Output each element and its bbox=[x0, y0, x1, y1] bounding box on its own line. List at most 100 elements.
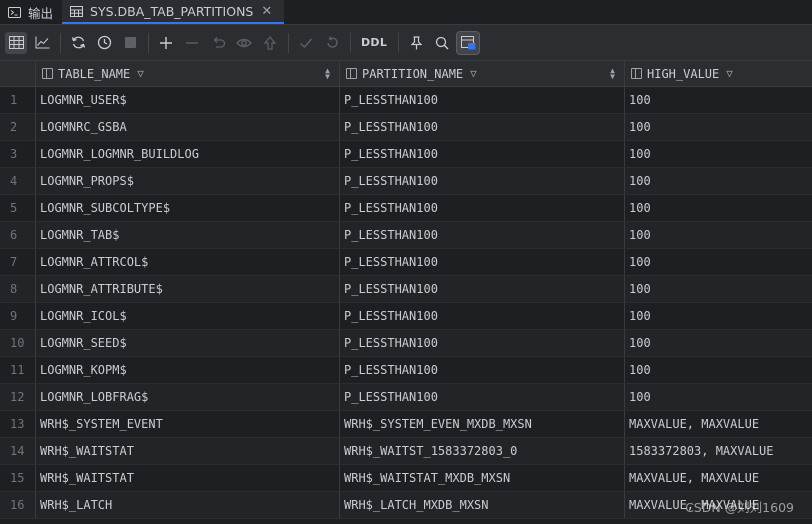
cell-table-name[interactable]: LOGMNR_LOGMNR_BUILDLOG bbox=[36, 141, 340, 167]
cell-partition-name[interactable]: P_LESSTHAN100 bbox=[340, 330, 625, 356]
cell-table-name[interactable]: LOGMNR_ATTRIBUTE$ bbox=[36, 276, 340, 302]
table-row[interactable]: 6 LOGMNR_TAB$ P_LESSTHAN100 100 bbox=[0, 222, 812, 249]
column-header-high-value[interactable]: HIGH_VALUE ▽ bbox=[625, 61, 812, 86]
cell-partition-name[interactable]: P_LESSTHAN100 bbox=[340, 195, 625, 221]
row-number: 10 bbox=[0, 330, 36, 356]
cell-partition-name[interactable]: WRH$_WAITST_1583372803_0 bbox=[340, 438, 625, 464]
table-row[interactable]: 5 LOGMNR_SUBCOLTYPE$ P_LESSTHAN100 100 bbox=[0, 195, 812, 222]
table-row[interactable]: 9 LOGMNR_ICOL$ P_LESSTHAN100 100 bbox=[0, 303, 812, 330]
stop-button[interactable] bbox=[119, 32, 141, 54]
search-button[interactable] bbox=[431, 32, 453, 54]
cell-table-name[interactable]: LOGMNR_USER$ bbox=[36, 87, 340, 113]
row-number: 15 bbox=[0, 465, 36, 491]
cell-table-name[interactable]: WRH$_WAITSTAT bbox=[36, 438, 340, 464]
cell-table-name[interactable]: LOGMNR_LOBFRAG$ bbox=[36, 384, 340, 410]
cell-high-value[interactable]: 100 bbox=[625, 87, 812, 113]
cell-partition-name[interactable]: P_LESSTHAN100 bbox=[340, 357, 625, 383]
cell-partition-name[interactable]: P_LESSTHAN100 bbox=[340, 87, 625, 113]
cell-table-name[interactable]: LOGMNRC_GSBA bbox=[36, 114, 340, 140]
row-number: 4 bbox=[0, 168, 36, 194]
cell-table-name[interactable]: LOGMNR_SUBCOLTYPE$ bbox=[36, 195, 340, 221]
add-row-button[interactable] bbox=[155, 32, 177, 54]
pin-button[interactable] bbox=[405, 32, 427, 54]
revert-button[interactable] bbox=[207, 32, 229, 54]
cell-table-name[interactable]: WRH$_SYSTEM_EVENT bbox=[36, 411, 340, 437]
cell-high-value[interactable]: 100 bbox=[625, 114, 812, 140]
table-row[interactable]: 1 LOGMNR_USER$ P_LESSTHAN100 100 bbox=[0, 87, 812, 114]
rollback-button[interactable] bbox=[321, 32, 343, 54]
table-row[interactable]: 7 LOGMNR_ATTRCOL$ P_LESSTHAN100 100 bbox=[0, 249, 812, 276]
column-header-table-name[interactable]: TABLE_NAME ▽ ▲ ▼ bbox=[36, 61, 340, 86]
cell-high-value[interactable]: 100 bbox=[625, 249, 812, 275]
history-button[interactable] bbox=[93, 32, 115, 54]
cell-partition-name[interactable]: P_LESSTHAN100 bbox=[340, 141, 625, 167]
cell-partition-name[interactable]: P_LESSTHAN100 bbox=[340, 249, 625, 275]
row-number: 11 bbox=[0, 357, 36, 383]
cell-partition-name[interactable]: WRH$_SYSTEM_EVEN_MXDB_MXSN bbox=[340, 411, 625, 437]
cell-table-name[interactable]: LOGMNR_TAB$ bbox=[36, 222, 340, 248]
cell-table-name[interactable]: LOGMNR_ICOL$ bbox=[36, 303, 340, 329]
toolbar-divider bbox=[350, 32, 351, 53]
console-icon bbox=[8, 6, 21, 18]
cell-high-value[interactable]: 1583372803, MAXVALUE bbox=[625, 438, 812, 464]
cell-partition-name[interactable]: P_LESSTHAN100 bbox=[340, 168, 625, 194]
table-row[interactable]: 4 LOGMNR_PROPS$ P_LESSTHAN100 100 bbox=[0, 168, 812, 195]
cell-partition-name[interactable]: P_LESSTHAN100 bbox=[340, 303, 625, 329]
cell-high-value[interactable]: MAXVALUE, MAXVALUE bbox=[625, 465, 812, 491]
filter-icon[interactable]: ▽ bbox=[470, 67, 477, 80]
table-row[interactable]: 10 LOGMNR_SEED$ P_LESSTHAN100 100 bbox=[0, 330, 812, 357]
cell-high-value[interactable]: MAXVALUE, MAXVALUE bbox=[625, 411, 812, 437]
ddl-button[interactable]: DDL bbox=[357, 32, 391, 54]
table-row[interactable]: 12 LOGMNR_LOBFRAG$ P_LESSTHAN100 100 bbox=[0, 384, 812, 411]
table-row[interactable]: 13 WRH$_SYSTEM_EVENT WRH$_SYSTEM_EVEN_MXDB… bbox=[0, 411, 812, 438]
cell-high-value[interactable]: 100 bbox=[625, 357, 812, 383]
filter-icon[interactable]: ▽ bbox=[137, 67, 144, 80]
cell-table-name[interactable]: LOGMNR_KOPM$ bbox=[36, 357, 340, 383]
tab-output[interactable]: 输出 bbox=[0, 0, 62, 24]
refresh-button[interactable] bbox=[67, 32, 89, 54]
sort-icon[interactable]: ▲ ▼ bbox=[325, 66, 330, 80]
cell-table-name[interactable]: LOGMNR_ATTRCOL$ bbox=[36, 249, 340, 275]
cell-high-value[interactable]: 100 bbox=[625, 168, 812, 194]
cell-partition-name[interactable]: P_LESSTHAN100 bbox=[340, 222, 625, 248]
cell-table-name[interactable]: LOGMNR_PROPS$ bbox=[36, 168, 340, 194]
table-row[interactable]: 3 LOGMNR_LOGMNR_BUILDLOG P_LESSTHAN100 100 bbox=[0, 141, 812, 168]
row-number: 5 bbox=[0, 195, 36, 221]
sort-icon[interactable]: ▲ ▼ bbox=[610, 66, 615, 80]
cell-high-value[interactable]: 100 bbox=[625, 276, 812, 302]
filter-icon[interactable]: ▽ bbox=[726, 67, 733, 80]
cell-partition-name[interactable]: WRH$_LATCH_MXDB_MXSN bbox=[340, 492, 625, 518]
toolbar-divider bbox=[288, 32, 289, 53]
cell-high-value[interactable]: 100 bbox=[625, 384, 812, 410]
cell-high-value[interactable]: 100 bbox=[625, 141, 812, 167]
table-row[interactable]: 2 LOGMNRC_GSBA P_LESSTHAN100 100 bbox=[0, 114, 812, 141]
row-number: 16 bbox=[0, 492, 36, 518]
tab-dba-tab-partitions[interactable]: SYS.DBA_TAB_PARTITIONS ✕ bbox=[62, 0, 285, 24]
cell-high-value[interactable]: 100 bbox=[625, 222, 812, 248]
cell-table-name[interactable]: WRH$_LATCH bbox=[36, 492, 340, 518]
table-row[interactable]: 15 WRH$_WAITSTAT WRH$_WAITSTAT_MXDB_MXSN MA… bbox=[0, 465, 812, 492]
cell-table-name[interactable]: LOGMNR_SEED$ bbox=[36, 330, 340, 356]
column-header-partition-name[interactable]: PARTITION_NAME ▽ ▲ ▼ bbox=[340, 61, 625, 86]
preview-button[interactable] bbox=[233, 32, 255, 54]
cell-table-name[interactable]: WRH$_WAITSTAT bbox=[36, 465, 340, 491]
check-icon bbox=[300, 38, 313, 48]
grid-view-button[interactable] bbox=[5, 31, 27, 54]
cell-partition-name[interactable]: WRH$_WAITSTAT_MXDB_MXSN bbox=[340, 465, 625, 491]
view-settings-button[interactable] bbox=[456, 30, 481, 55]
table-row[interactable]: 11 LOGMNR_KOPM$ P_LESSTHAN100 100 bbox=[0, 357, 812, 384]
cell-partition-name[interactable]: P_LESSTHAN100 bbox=[340, 276, 625, 302]
cell-high-value[interactable]: 100 bbox=[625, 330, 812, 356]
chart-view-button[interactable] bbox=[31, 32, 53, 54]
table-row[interactable]: 14 WRH$_WAITSTAT WRH$_WAITST_1583372803_0 1… bbox=[0, 438, 812, 465]
cell-partition-name[interactable]: P_LESSTHAN100 bbox=[340, 114, 625, 140]
submit-button[interactable] bbox=[259, 32, 281, 54]
tab-bar: 输出 SYS.DBA_TAB_PARTITIONS ✕ bbox=[0, 0, 812, 24]
cell-high-value[interactable]: 100 bbox=[625, 195, 812, 221]
cell-high-value[interactable]: 100 bbox=[625, 303, 812, 329]
table-row[interactable]: 8 LOGMNR_ATTRIBUTE$ P_LESSTHAN100 100 bbox=[0, 276, 812, 303]
commit-button[interactable] bbox=[295, 32, 317, 54]
cell-partition-name[interactable]: P_LESSTHAN100 bbox=[340, 384, 625, 410]
delete-row-button[interactable] bbox=[181, 32, 203, 54]
close-icon[interactable]: ✕ bbox=[261, 4, 272, 19]
